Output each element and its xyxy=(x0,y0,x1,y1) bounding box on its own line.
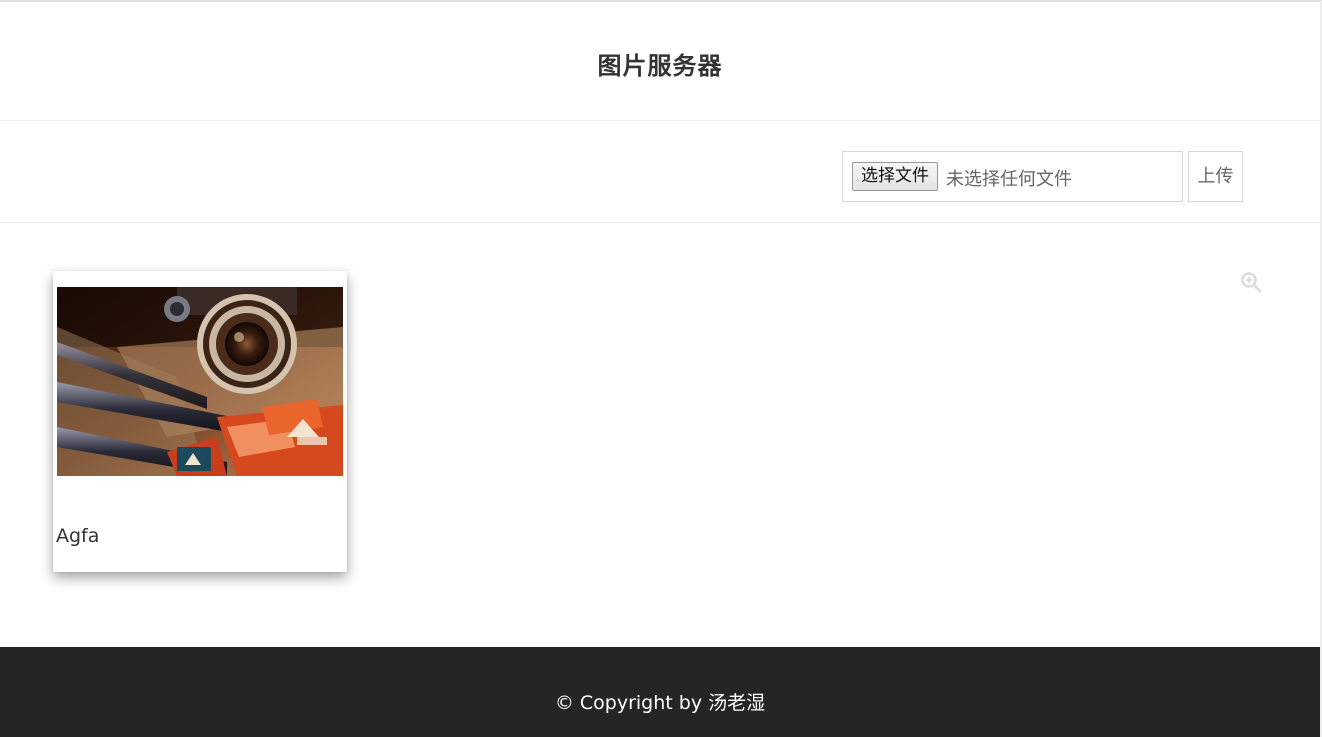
file-input[interactable]: 选择文件 未选择任何文件 xyxy=(842,151,1183,202)
choose-file-button[interactable]: 选择文件 xyxy=(852,162,938,191)
no-file-chosen-text: 未选择任何文件 xyxy=(946,169,1072,190)
footer: © Copyright by 汤老湿 xyxy=(0,647,1320,737)
header: 图片服务器 xyxy=(0,2,1320,121)
upload-toolbar: 选择文件 未选择任何文件 上传 xyxy=(0,121,1320,223)
image-caption: Agfa xyxy=(56,525,100,547)
upload-button[interactable]: 上传 xyxy=(1188,151,1243,202)
image-card[interactable]: Agfa xyxy=(53,271,347,572)
page-title: 图片服务器 xyxy=(597,52,723,80)
page: 图片服务器 选择文件 未选择任何文件 上传 Agfa © Copyright b… xyxy=(0,0,1322,737)
zoom-in-icon[interactable] xyxy=(1240,271,1262,293)
image-gallery: Agfa xyxy=(0,224,1320,647)
copyright-text: © Copyright by 汤老湿 xyxy=(554,692,766,714)
image-thumbnail[interactable] xyxy=(57,287,343,476)
